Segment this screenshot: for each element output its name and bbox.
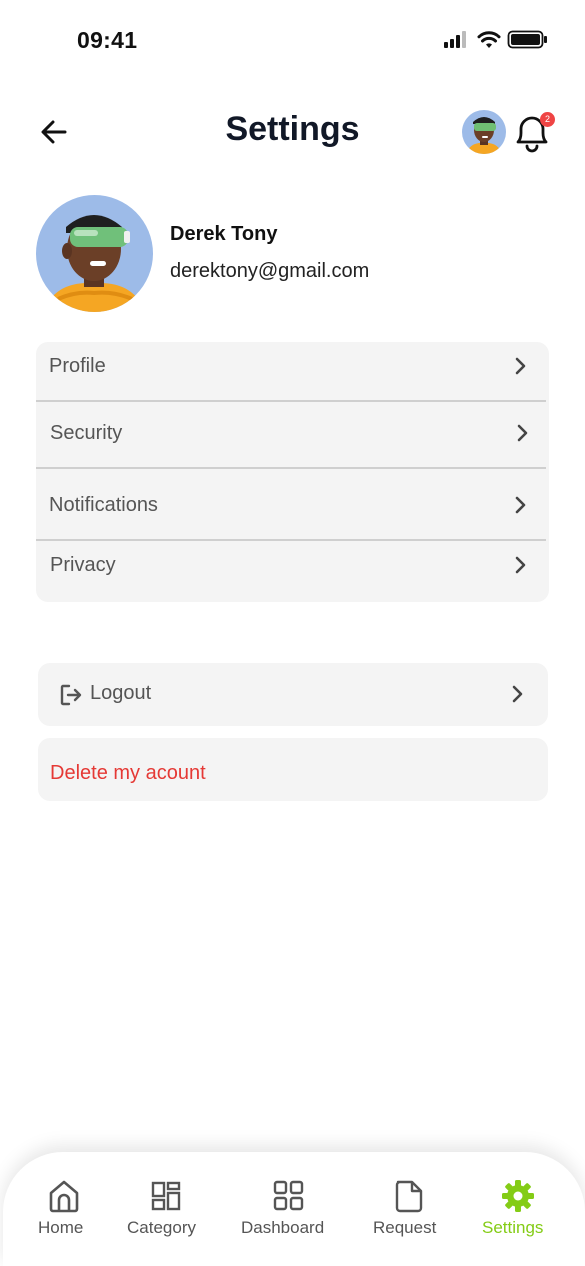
settings-item-notifications[interactable]: Notifications: [36, 469, 549, 540]
logout-icon: [60, 684, 82, 706]
avatar-image: [462, 110, 506, 154]
bottom-nav: Home Category Dashboard Request Settings: [3, 1152, 585, 1266]
nav-label: Category: [127, 1218, 196, 1237]
logout-button[interactable]: Logout: [38, 663, 548, 726]
chevron-right-icon: [512, 685, 523, 703]
dashboard-icon: [273, 1180, 304, 1211]
app-header: Settings 2: [0, 100, 585, 164]
nav-item-category[interactable]: Category: [120, 1152, 220, 1266]
settings-item-profile[interactable]: Profile: [36, 342, 549, 401]
chevron-right-icon: [515, 496, 526, 514]
wifi-icon: [477, 31, 501, 48]
nav-item-dashboard[interactable]: Dashboard: [235, 1152, 345, 1266]
delete-account-button[interactable]: Delete my acount: [38, 738, 548, 801]
profile-avatar: [36, 195, 153, 312]
nav-item-home[interactable]: Home: [31, 1152, 101, 1266]
settings-item-label: Privacy: [50, 554, 116, 576]
chevron-right-icon: [517, 424, 528, 442]
nav-item-request[interactable]: Request: [367, 1152, 457, 1266]
status-bar: 09:41: [0, 0, 585, 80]
logout-label: Logout: [90, 682, 152, 704]
nav-label: Settings: [482, 1218, 544, 1237]
home-icon: [49, 1180, 79, 1213]
chevron-right-icon: [515, 556, 526, 574]
category-icon: [151, 1181, 181, 1211]
settings-item-label: Profile: [49, 355, 106, 377]
settings-list: Profile Security Notifications Privacy: [36, 342, 549, 602]
notifications-button[interactable]: 2: [512, 112, 555, 154]
nav-label: Dashboard: [241, 1218, 325, 1237]
delete-account-label: Delete my acount: [50, 762, 206, 784]
nav-label: Home: [38, 1218, 84, 1237]
notification-badge: 2: [540, 112, 555, 127]
settings-item-label: Security: [50, 422, 123, 444]
avatar-image: [36, 195, 153, 312]
header-avatar[interactable]: [462, 110, 506, 154]
settings-item-security[interactable]: Security: [36, 402, 549, 467]
nav-item-settings[interactable]: Settings: [478, 1152, 568, 1266]
status-icons: [444, 30, 547, 49]
profile-name: Derek Tony: [170, 223, 278, 245]
file-icon: [395, 1180, 423, 1213]
settings-item-privacy[interactable]: Privacy: [36, 541, 549, 602]
profile-email: derektony@gmail.com: [170, 260, 370, 282]
status-time: 09:41: [77, 27, 138, 53]
gear-icon: [502, 1180, 534, 1212]
chevron-right-icon: [515, 357, 526, 375]
battery-icon: [507, 30, 547, 49]
signal-icon: [444, 31, 466, 48]
nav-label: Request: [373, 1218, 437, 1237]
settings-item-label: Notifications: [49, 494, 158, 516]
